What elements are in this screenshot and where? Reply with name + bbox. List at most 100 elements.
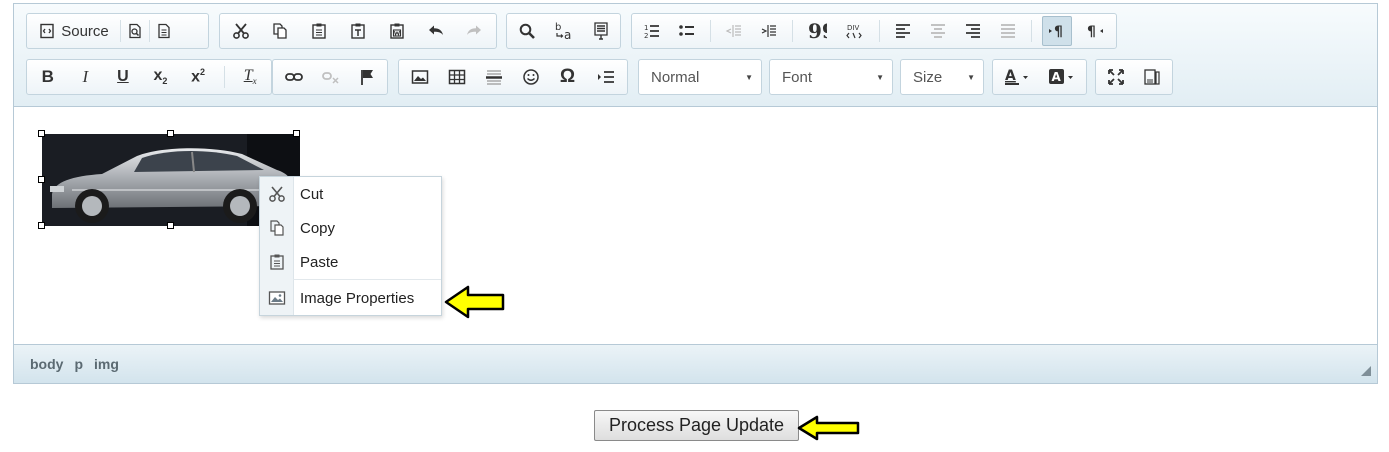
- paste-word-button[interactable]: [384, 16, 410, 46]
- svg-text:A: A: [1051, 70, 1061, 84]
- resize-handle[interactable]: [167, 222, 174, 229]
- background-color-button[interactable]: A: [1044, 62, 1080, 92]
- context-menu-label: Copy: [300, 219, 336, 237]
- maximize-icon: [1108, 69, 1124, 85]
- document-icon: [158, 23, 170, 39]
- numbered-list-button[interactable]: 12: [639, 16, 665, 46]
- subscript-icon: x2: [153, 67, 168, 87]
- maximize-button[interactable]: [1103, 62, 1129, 92]
- path-item-img[interactable]: img: [94, 356, 119, 372]
- align-center-icon: [930, 24, 945, 38]
- text-direction-ltr-button[interactable]: ¶: [1042, 16, 1073, 46]
- path-item-body[interactable]: body: [30, 356, 63, 372]
- bold-button[interactable]: B: [35, 62, 61, 92]
- resize-handle[interactable]: [38, 130, 45, 137]
- cut-button[interactable]: [228, 16, 254, 46]
- numbered-list-icon: 12: [644, 24, 659, 40]
- paste-button[interactable]: [306, 16, 332, 46]
- editor-content-area[interactable]: Cut Copy Paste Image Properties: [14, 107, 1377, 345]
- paste-text-button[interactable]: [345, 16, 371, 46]
- bulleted-list-button[interactable]: [674, 16, 700, 46]
- justify-button[interactable]: [995, 16, 1021, 46]
- svg-text:b: b: [555, 22, 561, 33]
- spellcheck-button[interactable]: [588, 16, 614, 46]
- undo-button[interactable]: [423, 16, 449, 46]
- toolbar-group-insert: Ω: [398, 59, 628, 95]
- chevron-down-icon: ▼: [967, 72, 975, 82]
- underline-button[interactable]: U: [110, 62, 136, 92]
- find-button[interactable]: [514, 16, 540, 46]
- special-char-button[interactable]: Ω: [555, 62, 581, 92]
- blockquote-button[interactable]: 99: [803, 16, 831, 46]
- context-menu-label: Image Properties: [300, 289, 415, 307]
- resize-handle[interactable]: [38, 176, 45, 183]
- anchor-button[interactable]: [354, 62, 380, 92]
- text-color-button[interactable]: A: [999, 62, 1035, 92]
- source-button[interactable]: Source: [29, 16, 119, 46]
- background-color-icon: A: [1048, 69, 1073, 84]
- format-select[interactable]: Normal ▼: [638, 59, 762, 95]
- link-button[interactable]: [280, 62, 308, 92]
- redo-button[interactable]: [461, 16, 487, 46]
- decrease-indent-button[interactable]: [721, 16, 747, 46]
- create-div-button[interactable]: DIV: [840, 16, 868, 46]
- text-color-icon: A: [1005, 68, 1029, 85]
- resize-handle[interactable]: [38, 222, 45, 229]
- italic-button[interactable]: I: [72, 62, 98, 92]
- toolbar-group-clipboard: [219, 13, 497, 49]
- align-center-button[interactable]: [925, 16, 951, 46]
- align-justify-icon: [1001, 24, 1016, 38]
- remove-format-icon: Tx: [243, 67, 257, 87]
- context-menu-item-copy[interactable]: Copy: [260, 211, 441, 245]
- toolbar-group-links: [272, 59, 388, 95]
- replace-button[interactable]: ba: [549, 16, 579, 46]
- table-button[interactable]: [444, 62, 470, 92]
- superscript-button[interactable]: x2: [185, 62, 211, 92]
- increase-indent-button[interactable]: [756, 16, 782, 46]
- remove-format-button[interactable]: Tx: [237, 62, 263, 92]
- path-item-p[interactable]: p: [74, 356, 83, 372]
- rtl-icon: ¶: [1087, 24, 1104, 40]
- bold-icon: B: [41, 67, 54, 86]
- font-select[interactable]: Font ▼: [769, 59, 893, 95]
- italic-icon: I: [82, 67, 89, 86]
- copy-button[interactable]: [267, 16, 293, 46]
- toolbar-group-tools: [1095, 59, 1173, 95]
- context-menu-item-image-properties[interactable]: Image Properties: [260, 281, 441, 315]
- chevron-down-icon: ▼: [876, 72, 884, 82]
- resize-handle[interactable]: [293, 130, 300, 137]
- context-menu-label: Paste: [300, 253, 339, 271]
- omega-icon: Ω: [559, 66, 576, 87]
- horizontal-rule-button[interactable]: [481, 62, 507, 92]
- redo-icon: [467, 25, 482, 35]
- svg-text:DIV: DIV: [847, 24, 859, 32]
- search-icon: [519, 23, 535, 39]
- flag-icon: [361, 70, 374, 85]
- text-direction-rtl-button[interactable]: ¶: [1081, 16, 1109, 46]
- show-blocks-button[interactable]: [1139, 62, 1165, 92]
- templates-button[interactable]: [151, 16, 177, 46]
- copy-icon: [273, 23, 287, 39]
- process-page-update-button[interactable]: Process Page Update: [594, 410, 799, 441]
- subscript-button[interactable]: x2: [147, 62, 173, 92]
- context-menu-item-paste[interactable]: Paste: [260, 245, 441, 279]
- page-break-button[interactable]: [592, 62, 620, 92]
- smiley-button[interactable]: [518, 62, 544, 92]
- size-select[interactable]: Size ▼: [900, 59, 984, 95]
- font-select-value: Font: [782, 68, 813, 86]
- size-select-value: Size: [913, 68, 943, 86]
- context-menu-item-cut[interactable]: Cut: [260, 177, 441, 211]
- svg-text:1: 1: [644, 24, 648, 32]
- resize-grip-icon[interactable]: [1361, 366, 1371, 376]
- preview-button[interactable]: [122, 16, 148, 46]
- align-right-button[interactable]: [960, 16, 986, 46]
- resize-handle[interactable]: [167, 130, 174, 137]
- align-left-icon: [895, 24, 910, 38]
- rich-text-editor: Source b a 1 2 9 DIV ¶ ¶ B I U x2 x2 Tx …: [13, 3, 1378, 384]
- superscript-icon: x2: [191, 67, 205, 86]
- bulleted-list-icon: [678, 25, 694, 36]
- align-left-button[interactable]: [890, 16, 916, 46]
- unlink-button[interactable]: [317, 62, 345, 92]
- image-button[interactable]: [407, 62, 433, 92]
- div-container-icon: DIV: [846, 24, 863, 39]
